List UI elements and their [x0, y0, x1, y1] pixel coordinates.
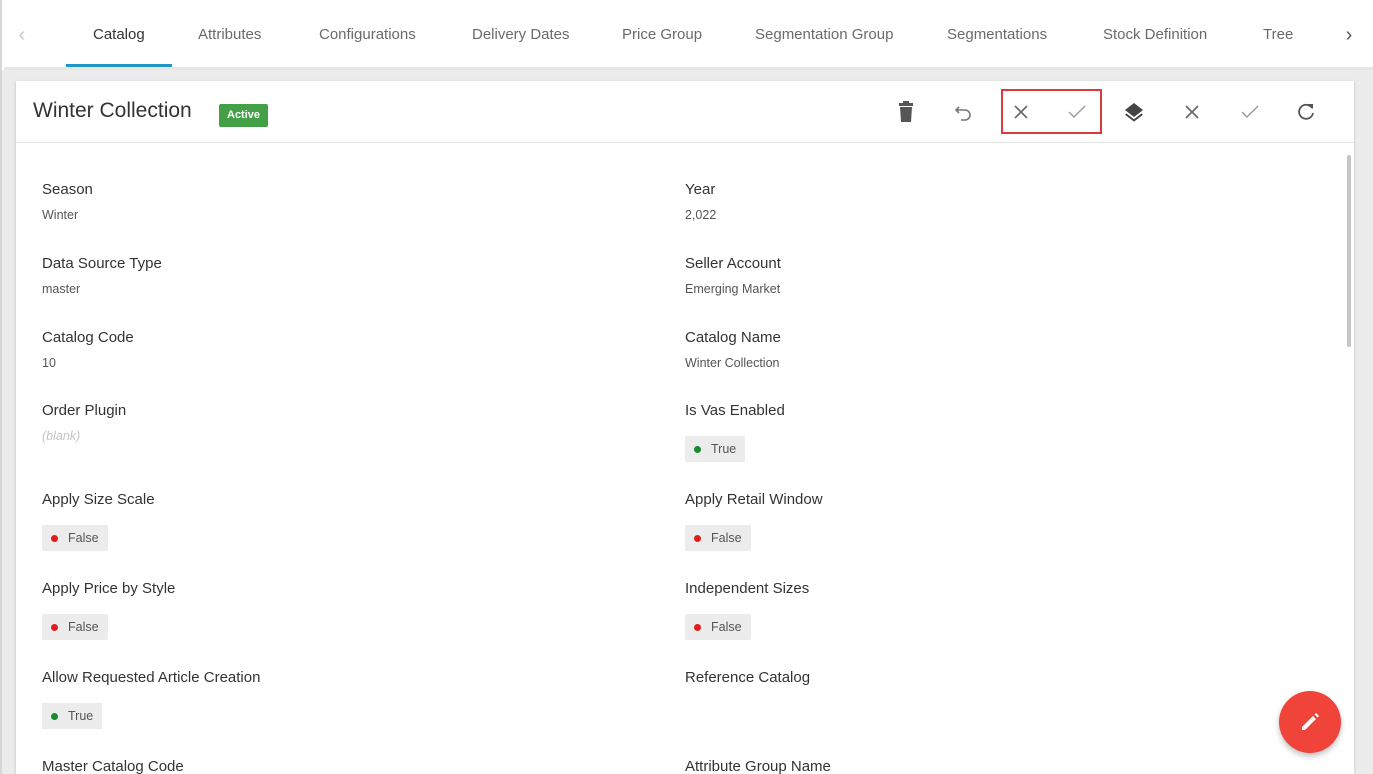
tab-segmentations[interactable]: Segmentations [947, 26, 1047, 43]
delete-icon [899, 101, 913, 122]
false-dot-icon [51, 534, 58, 542]
tab-catalog[interactable]: Catalog [93, 26, 145, 43]
false-dot-icon [694, 534, 701, 542]
true-dot-icon [694, 445, 701, 453]
apply-retail-window-label: Apply Retail Window [685, 491, 823, 508]
allow-requested-article-creation-value: True [68, 709, 94, 723]
is-vas-enabled-value: True [711, 442, 737, 456]
independent-sizes-value: False [711, 620, 742, 634]
tab-segmentation-group[interactable]: Segmentation Group [755, 26, 893, 43]
year-value: 2,022 [685, 208, 717, 222]
cancel-button[interactable] [1004, 95, 1038, 129]
master-catalog-code-label: Master Catalog Code [42, 758, 184, 774]
pencil-icon [1302, 713, 1319, 730]
scrollbar-thumb[interactable] [1347, 155, 1351, 347]
edit-button[interactable] [1279, 691, 1341, 753]
allow-requested-article-creation-label: Allow Requested Article Creation [42, 669, 261, 686]
page-title: Winter Collection [33, 99, 192, 122]
undo-button[interactable] [947, 95, 981, 129]
is-vas-enabled-chip: True [685, 436, 746, 462]
apply-retail-window-chip: False [685, 525, 751, 551]
seller-account-value: Emerging Market [685, 282, 781, 296]
status-badge: Active [219, 104, 269, 127]
seller-account-label: Seller Account [685, 255, 781, 272]
check-icon [1241, 105, 1259, 118]
chevron-left-icon[interactable]: ‹ [12, 22, 32, 48]
data-source-type-label: Data Source Type [42, 255, 162, 272]
true-dot-icon [51, 712, 58, 720]
apply-size-scale-label: Apply Size Scale [42, 491, 155, 508]
catalog-code-label: Catalog Code [42, 329, 134, 346]
order-plugin-label: Order Plugin [42, 402, 127, 419]
false-dot-icon [51, 623, 58, 631]
cancel-icon [1014, 105, 1028, 119]
refresh-button[interactable] [1289, 95, 1323, 129]
independent-sizes-chip: False [685, 614, 751, 640]
catalog-name-label: Catalog Name [685, 329, 781, 346]
independent-sizes-label: Independent Sizes [685, 580, 810, 597]
false-dot-icon [694, 623, 701, 631]
tab-price-group[interactable]: Price Group [622, 26, 702, 43]
season-label: Season [42, 181, 93, 198]
order-plugin-value: (blank) [42, 429, 81, 443]
tab-stock-definition[interactable]: Stock Definition [1103, 26, 1207, 43]
catalog-name-value: Winter Collection [685, 356, 780, 370]
attribute-group-name-label: Attribute Group Name [685, 758, 831, 774]
chevron-right-icon[interactable]: › [1339, 22, 1359, 48]
apply-price-by-style-chip: False [42, 614, 108, 640]
tab-configurations[interactable]: Configurations [319, 26, 416, 43]
tab-bar: ‹ Catalog Attributes Configurations Deli… [0, 0, 1373, 70]
is-vas-enabled-label: Is Vas Enabled [685, 402, 785, 419]
confirm-icon [1068, 105, 1086, 118]
reference-catalog-label: Reference Catalog [685, 669, 811, 686]
allow-requested-article-creation-chip: True [42, 703, 103, 729]
data-source-type-value: master [42, 282, 81, 296]
apply-size-scale-value: False [68, 531, 99, 545]
season-value: Winter [42, 208, 79, 222]
undo-icon [954, 106, 971, 121]
apply-size-scale-chip: False [42, 525, 108, 551]
layers-icon [1125, 103, 1143, 122]
layers-button[interactable] [1117, 95, 1151, 129]
apply-price-by-style-label: Apply Price by Style [42, 580, 176, 597]
tab-delivery-dates[interactable]: Delivery Dates [472, 26, 570, 43]
close-icon [1185, 105, 1199, 119]
apply-retail-window-value: False [711, 531, 742, 545]
tab-tree[interactable]: Tree [1263, 26, 1293, 43]
card-header: Winter Collection Active [16, 81, 1354, 143]
year-label: Year [685, 181, 716, 198]
apply-price-by-style-value: False [68, 620, 99, 634]
save-button[interactable] [1233, 95, 1267, 129]
confirm-button[interactable] [1060, 95, 1094, 129]
tab-attributes[interactable]: Attributes [198, 26, 261, 43]
refresh-icon [1298, 103, 1314, 120]
delete-button[interactable] [889, 95, 923, 129]
catalog-code-value: 10 [42, 356, 56, 370]
close-button[interactable] [1175, 95, 1209, 129]
